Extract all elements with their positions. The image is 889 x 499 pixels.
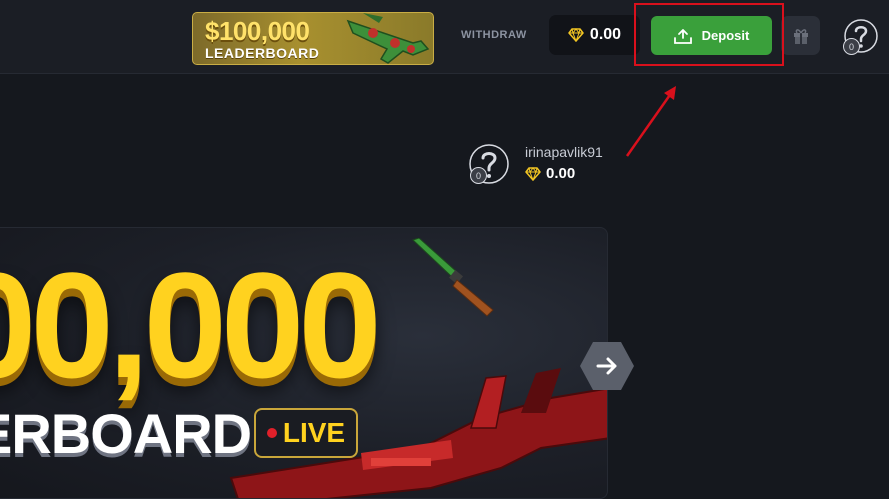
level-badge: 0 (843, 38, 860, 55)
withdraw-link[interactable]: WITHDRAW (461, 29, 527, 41)
rifle-skin-icon (346, 13, 430, 64)
carousel-next-button[interactable] (579, 340, 635, 392)
live-badge: LIVE (254, 408, 358, 458)
live-dot (266, 428, 277, 438)
user-balance: 0.00 (525, 165, 575, 182)
promo-title: LEADERBOARD (205, 45, 320, 61)
diamond-icon (568, 28, 584, 42)
user-balance-value: 0.00 (546, 165, 576, 182)
knife-skin-icon (412, 238, 494, 317)
diamond-icon (525, 166, 541, 181)
profile-avatar[interactable]: 0 (468, 143, 510, 185)
highlight-box (634, 3, 784, 66)
profile-level-badge: 0 (470, 167, 487, 184)
banner-title: ERBOARD (0, 402, 252, 465)
balance-value: 0.00 (589, 26, 622, 43)
live-label: LIVE (282, 417, 346, 448)
username: irinapavlik91 (525, 144, 603, 160)
leaderboard-promo-banner[interactable]: $100,000 LEADERBOARD (192, 12, 434, 65)
annotation-arrow (625, 86, 676, 157)
arrow-right-icon (580, 342, 634, 390)
user-avatar[interactable]: 0 (843, 18, 879, 55)
leaderboard-banner[interactable]: 00,000 ERBOARD LIVE (0, 227, 608, 499)
gift-button[interactable] (781, 16, 820, 55)
gift-icon (793, 28, 808, 44)
balance-display: 0.00 (549, 15, 640, 55)
banner-amount: 00,000 (0, 241, 382, 409)
promo-amount: $100,000 (205, 16, 310, 46)
